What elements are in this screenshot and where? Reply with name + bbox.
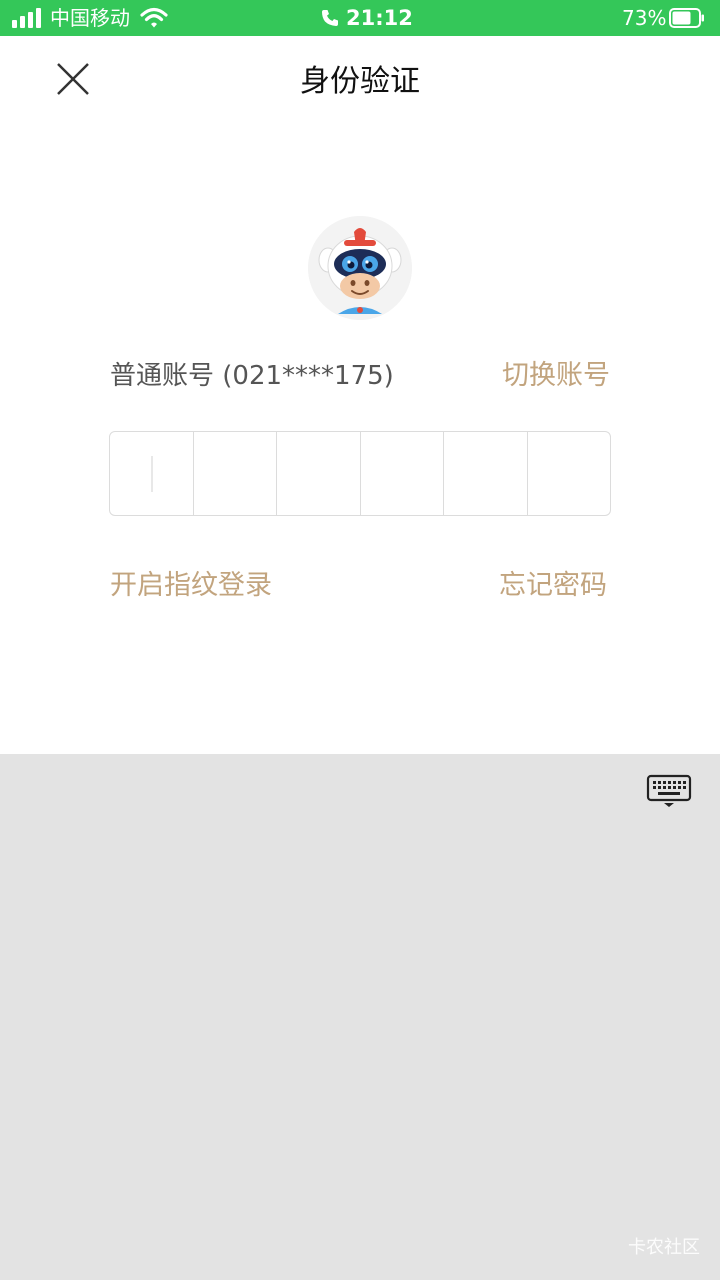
watermark-text: 卡农社区 [628, 1237, 700, 1258]
password-cell[interactable] [110, 432, 194, 515]
password-input[interactable] [109, 431, 611, 516]
forgot-password-link[interactable]: 忘记密码 [499, 566, 607, 606]
switch-account-link[interactable]: 切换账号 [502, 356, 610, 396]
fingerprint-login-link[interactable]: 开启指纹登录 [110, 566, 272, 606]
page-title: 身份验证 [300, 64, 420, 99]
wifi-icon [140, 7, 168, 28]
keyboard-icon[interactable] [646, 774, 692, 808]
password-cell[interactable] [444, 432, 528, 515]
avatar [308, 216, 412, 320]
signal-icon [12, 8, 42, 28]
password-cell[interactable] [528, 432, 611, 515]
password-cell[interactable] [277, 432, 361, 515]
keyboard-panel: 卡农社区 [0, 754, 720, 1280]
password-cell[interactable] [194, 432, 277, 515]
mascot-avatar-icon [308, 216, 412, 320]
status-time: 21:12 [346, 6, 413, 30]
text-caret [151, 456, 153, 492]
status-bar: 中国移动 21:12 73% [0, 0, 720, 36]
battery-icon [669, 8, 704, 28]
carrier-name: 中国移动 [50, 6, 130, 30]
account-label: 普通账号 (021****175) [110, 361, 394, 391]
phone-icon [322, 10, 338, 26]
password-cell[interactable] [361, 432, 444, 515]
battery-percent: 73% [622, 6, 667, 30]
